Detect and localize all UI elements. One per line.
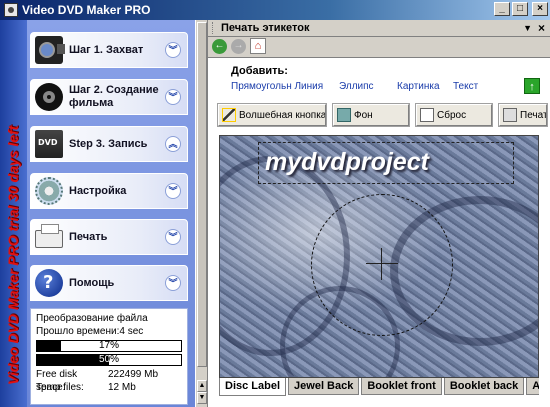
label-canvas[interactable]: mydvdproject bbox=[219, 135, 539, 378]
steps-panel: Шаг 1. Захват ︾ Шаг 2. Создание фильма ︾… bbox=[27, 20, 195, 407]
step-label: Помощь bbox=[69, 276, 115, 289]
temp-files-label: Temp files: bbox=[36, 382, 84, 393]
chevron-down-icon[interactable]: ︾ bbox=[165, 89, 181, 105]
scroll-down-arrow[interactable]: ▼ bbox=[197, 392, 207, 404]
help-icon bbox=[35, 269, 63, 297]
nav-bar: ← → ⌂ bbox=[208, 37, 550, 55]
progress-bar-total: 50% bbox=[36, 354, 182, 366]
status-box: Преобразование файла Прошло времени:4 se… bbox=[30, 308, 188, 405]
scrollbar-thumb[interactable] bbox=[197, 22, 207, 367]
step-help[interactable]: Помощь ︾ bbox=[30, 265, 188, 301]
home-icon[interactable]: ⌂ bbox=[250, 38, 266, 54]
background-button[interactable]: Фон bbox=[332, 103, 410, 127]
label-print-panel: Печать этикеток ▼ × ← → ⌂ Добавить: Прям… bbox=[208, 20, 550, 407]
elapsed-time: Прошло времени:4 sec bbox=[36, 326, 144, 337]
canvas-title-text[interactable]: mydvdproject bbox=[265, 148, 429, 177]
grip-handle[interactable] bbox=[212, 22, 215, 34]
step-label: Настройка bbox=[69, 184, 127, 197]
document-icon bbox=[420, 108, 434, 122]
center-crosshair bbox=[366, 263, 398, 264]
step-label: Шаг 2. Создание фильма bbox=[69, 84, 159, 109]
print-button[interactable]: Печать bbox=[498, 103, 548, 127]
chevron-down-icon[interactable]: ︾ bbox=[165, 275, 181, 291]
dvd-icon bbox=[35, 130, 63, 158]
chevron-down-icon[interactable]: ︾ bbox=[165, 42, 181, 58]
disc-ellipse[interactable] bbox=[311, 194, 453, 336]
panel-content: Добавить: Прямоугольн Линия Эллипс Карти… bbox=[208, 57, 550, 407]
step-label: Step 3. Запись bbox=[69, 137, 148, 150]
forward-arrow-icon[interactable]: → bbox=[231, 38, 246, 54]
window-controls: _ □ × bbox=[494, 2, 548, 16]
pin-dropdown-icon[interactable]: ▼ bbox=[523, 23, 532, 33]
magic-button-label: Волшебная кнопка bbox=[239, 109, 326, 121]
add-rect-line-link[interactable]: Прямоугольн Линия bbox=[231, 81, 323, 92]
minimize-button[interactable]: _ bbox=[494, 2, 510, 16]
panel-header: Печать этикеток ▼ × bbox=[208, 20, 550, 37]
step-label: Печать bbox=[69, 230, 108, 243]
reset-button[interactable]: Сброс bbox=[415, 103, 493, 127]
converting-status: Преобразование файла bbox=[36, 313, 148, 324]
progress-label: 17% bbox=[98, 340, 119, 351]
step-settings[interactable]: Настройка ︾ bbox=[30, 173, 188, 209]
tab-booklet-back[interactable]: Booklet back bbox=[443, 378, 525, 395]
tab-disc-label[interactable]: Disc Label bbox=[219, 378, 287, 396]
label-tabs: Disc Label Jewel Back Booklet front Book… bbox=[219, 378, 539, 397]
free-disk-row: Free disk space: 222499 Mb bbox=[36, 368, 182, 393]
back-arrow-icon[interactable]: ← bbox=[212, 38, 227, 54]
trial-banner: Video DVD Maker PRO trial 30 days left bbox=[5, 125, 21, 385]
add-ellipse-link[interactable]: Эллипс bbox=[339, 81, 374, 92]
steps-scrollbar[interactable]: ▲ ▼ bbox=[195, 20, 208, 407]
chevron-down-icon[interactable]: ︾ bbox=[165, 183, 181, 199]
background-icon bbox=[337, 108, 351, 122]
temp-files-value: 12 Mb bbox=[108, 382, 136, 393]
film-reel-icon bbox=[35, 83, 63, 111]
chevron-down-icon[interactable]: ︾ bbox=[165, 229, 181, 245]
reset-button-label: Сброс bbox=[437, 109, 467, 121]
magic-button[interactable]: Волшебная кнопка bbox=[217, 103, 327, 127]
free-disk-value: 222499 Mb bbox=[108, 369, 159, 380]
tab-au[interactable]: Au bbox=[526, 378, 539, 395]
maximize-button[interactable]: □ bbox=[512, 2, 528, 16]
close-button[interactable]: × bbox=[532, 2, 548, 16]
progress-label: 50% bbox=[98, 354, 119, 365]
gear-icon bbox=[35, 177, 63, 205]
printer-icon bbox=[35, 224, 63, 248]
temp-files-row: Temp files: 12 Mb bbox=[36, 381, 182, 394]
add-label: Добавить: bbox=[231, 65, 288, 77]
print-button-label: Печать bbox=[520, 109, 546, 121]
magic-wand-icon bbox=[222, 108, 236, 122]
printer-icon bbox=[503, 108, 517, 122]
center-crosshair bbox=[381, 248, 382, 280]
background-button-label: Фон bbox=[354, 109, 373, 121]
close-icon[interactable]: × bbox=[538, 21, 545, 35]
step-capture[interactable]: Шаг 1. Захват ︾ bbox=[30, 32, 188, 68]
scroll-up-arrow[interactable]: ▲ bbox=[197, 380, 207, 392]
window-titlebar: Video DVD Maker PRO _ □ × bbox=[0, 0, 550, 20]
progress-bar-file: 17% bbox=[36, 340, 182, 352]
add-text-link[interactable]: Текст bbox=[453, 81, 478, 92]
step-print[interactable]: Печать ︾ bbox=[30, 219, 188, 255]
tab-booklet-front[interactable]: Booklet front bbox=[361, 378, 442, 395]
step-label: Шаг 1. Захват bbox=[69, 43, 144, 56]
camera-icon bbox=[35, 36, 65, 64]
tab-strip: Disc Label Jewel Back Booklet front Book… bbox=[219, 378, 539, 396]
arrow-up-icon[interactable]: ↑ bbox=[524, 78, 540, 94]
free-disk-label: Free disk space: bbox=[36, 369, 78, 393]
step-burn[interactable]: Step 3. Запись ︽ bbox=[30, 126, 188, 162]
window-title: Video DVD Maker PRO bbox=[22, 3, 151, 17]
add-picture-link[interactable]: Картинка bbox=[397, 81, 440, 92]
chevron-up-icon[interactable]: ︽ bbox=[165, 136, 181, 152]
step-create-movie[interactable]: Шаг 2. Создание фильма ︾ bbox=[30, 79, 188, 115]
tab-jewel-back[interactable]: Jewel Back bbox=[288, 378, 360, 395]
app-icon bbox=[4, 3, 18, 17]
panel-title: Печать этикеток bbox=[221, 22, 310, 34]
